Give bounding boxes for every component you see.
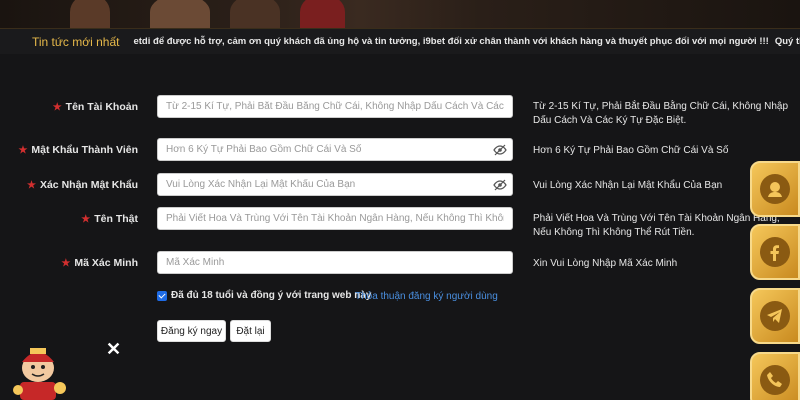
password-field[interactable]	[157, 138, 513, 161]
agree-text: Đã đủ 18 tuổi và đồng ý với trang web nà…	[171, 290, 372, 301]
password-label-text: Mật Khẩu Thành Viên	[31, 144, 138, 156]
username-label: ★ Tên Tài Khoản	[53, 101, 138, 113]
agree-checkbox[interactable]	[157, 290, 167, 301]
verification-field[interactable]	[157, 251, 513, 274]
real-name-input[interactable]	[158, 208, 512, 229]
facebook-button[interactable]	[750, 224, 800, 280]
eye-off-icon[interactable]	[493, 143, 507, 157]
confirm-password-label-text: Xác Nhận Mật Khẩu	[39, 179, 138, 191]
real-name-label-text: Tên Thật	[94, 213, 138, 225]
username-label-text: Tên Tài Khoản	[65, 101, 138, 113]
real-name-field[interactable]	[157, 207, 513, 230]
eye-off-icon[interactable]	[493, 178, 507, 192]
support-agent-icon	[760, 174, 790, 204]
news-ticker: Tin tức mới nhất etdi để được hỗ trợ, cả…	[0, 28, 800, 54]
required-star-icon: ★	[27, 180, 36, 191]
password-input[interactable]	[158, 139, 512, 160]
telegram-button[interactable]	[750, 288, 800, 344]
close-icon[interactable]: ✕	[106, 339, 121, 360]
support-button[interactable]	[750, 161, 800, 217]
phone-icon	[760, 365, 790, 395]
confirm-password-field[interactable]	[157, 173, 513, 196]
ticker-message-next: Quý thành viên thân	[774, 36, 800, 47]
facebook-icon	[760, 237, 790, 267]
phone-button[interactable]	[750, 352, 800, 400]
username-input[interactable]	[158, 96, 512, 117]
banner-figure	[70, 0, 110, 28]
confirm-password-input[interactable]	[158, 174, 512, 195]
confirm-password-label: ★ Xác Nhận Mật Khẩu	[27, 179, 138, 191]
ticker-label: Tin tức mới nhất	[32, 34, 120, 49]
telegram-icon	[760, 301, 790, 331]
verification-input[interactable]	[158, 252, 512, 273]
age-agreement: Đã đủ 18 tuổi và đồng ý với trang web nà…	[157, 290, 371, 301]
password-label: ★ Mật Khẩu Thành Viên	[18, 144, 138, 156]
password-hint: Hơn 6 Ký Tự Phải Bao Gồm Chữ Cái Và Số	[533, 145, 729, 156]
registration-page: Tin tức mới nhất etdi để được hỗ trợ, cả…	[0, 0, 800, 400]
ticker-message: etdi để được hỗ trợ, cảm ơn quý khách đã…	[133, 36, 769, 47]
required-star-icon: ★	[18, 145, 28, 156]
username-hint: Từ 2-15 Kí Tự, Phải Bắt Đầu Bằng Chữ Cái…	[533, 101, 789, 126]
real-name-label: ★ Tên Thật	[81, 213, 138, 225]
register-button[interactable]: Đăng ký ngay	[157, 320, 226, 342]
username-field[interactable]	[157, 95, 513, 118]
top-banner	[0, 0, 800, 28]
required-star-icon: ★	[61, 258, 71, 269]
verification-label: ★ Mã Xác Minh	[61, 257, 138, 269]
required-star-icon: ★	[81, 214, 91, 225]
required-star-icon: ★	[52, 102, 62, 113]
banner-figure	[150, 0, 210, 28]
reset-button[interactable]: Đặt lại	[230, 320, 271, 342]
verification-label-text: Mã Xác Minh	[74, 257, 138, 269]
mascot-icon[interactable]	[8, 340, 78, 400]
banner-figure	[230, 0, 280, 28]
terms-link[interactable]: Thỏa thuận đăng ký người dùng	[355, 291, 498, 302]
banner-figure	[300, 0, 345, 28]
